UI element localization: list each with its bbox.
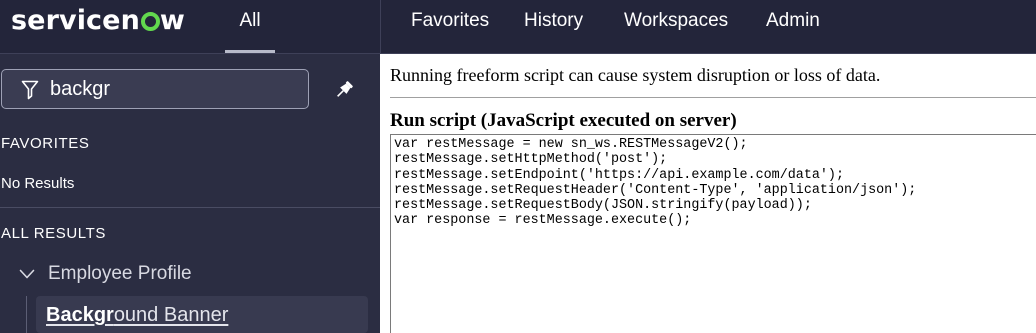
top-nav-bar: Favorites History Workspaces Admin <box>380 0 1036 54</box>
script-line: var response = restMessage.execute(); <box>394 213 692 229</box>
warning-text: Running freeform script can cause system… <box>390 65 881 85</box>
servicenow-logo[interactable]: servicen w <box>11 3 185 37</box>
logo-text-start: servicen <box>11 4 140 36</box>
filter-box[interactable] <box>1 69 309 109</box>
run-script-heading: Run script (JavaScript executed on serve… <box>390 110 737 131</box>
filter-funnel-icon <box>21 80 39 100</box>
script-line: restMessage.setRequestBody(JSON.stringif… <box>394 198 812 214</box>
topnav-history[interactable]: History <box>524 10 583 32</box>
tab-all-active-indicator <box>225 50 275 53</box>
tab-all[interactable]: All <box>225 0 275 54</box>
all-results-section-title: ALL RESULTS <box>1 225 106 242</box>
script-line: var restMessage = new sn_ws.RESTMessageV… <box>394 137 748 152</box>
result-item-label[interactable]: Background Banner <box>46 304 228 327</box>
topnav-favorites[interactable]: Favorites <box>411 10 489 32</box>
favorites-section-title: FAVORITES <box>1 135 90 152</box>
chevron-down-icon <box>19 269 35 279</box>
nav-panel: servicen w All FAVORITES No Results ALL R… <box>0 0 380 333</box>
script-content-area: Running freeform script can cause system… <box>380 54 1036 333</box>
logo-o-ring-icon <box>140 12 160 31</box>
result-match-highlight: Backgr <box>46 304 114 326</box>
script-line: restMessage.setHttpMethod('post'); <box>394 152 668 168</box>
result-label-rest: ound Banner <box>113 304 229 326</box>
script-textarea[interactable]: var restMessage = new sn_ws.RESTMessageV… <box>390 134 1036 333</box>
horizontal-rule <box>390 97 1036 98</box>
script-line: restMessage.setEndpoint('https://api.exa… <box>394 167 844 183</box>
script-line: restMessage.setRequestHeader('Content-Ty… <box>394 182 917 198</box>
filter-input[interactable] <box>50 74 300 104</box>
nav-header: servicen w All <box>0 0 380 54</box>
result-item-background-banner[interactable]: Background Banner <box>36 296 368 333</box>
topnav-workspaces[interactable]: Workspaces <box>624 10 728 32</box>
pin-icon[interactable] <box>333 79 355 101</box>
topnav-admin[interactable]: Admin <box>766 10 820 32</box>
group-label: Employee Profile <box>48 263 192 284</box>
favorites-no-results: No Results <box>1 175 75 192</box>
tree-guide-line <box>26 296 27 333</box>
group-employee-profile[interactable]: Employee Profile <box>0 258 380 292</box>
logo-text-end: w <box>159 4 185 36</box>
section-divider <box>0 207 380 208</box>
